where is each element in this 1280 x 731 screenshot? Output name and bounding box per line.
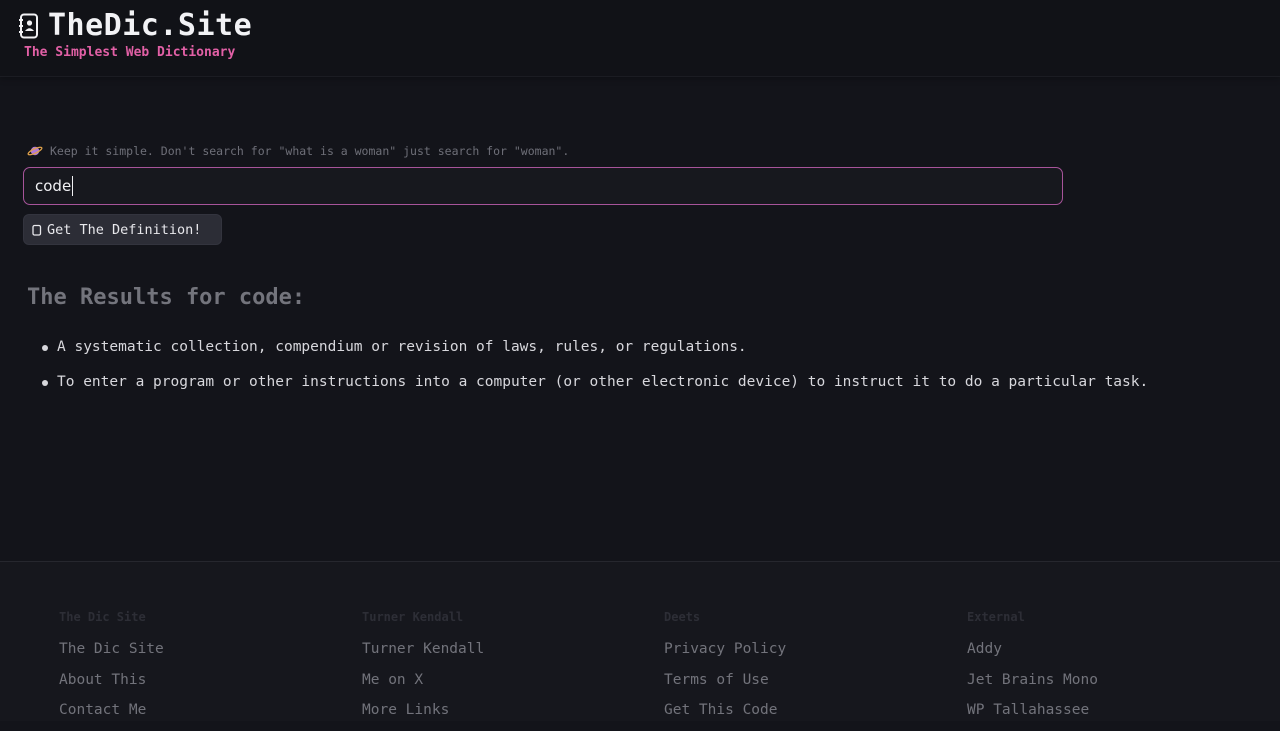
search-input-value: code bbox=[35, 177, 72, 195]
definition-text: A systematic collection, compendium or r… bbox=[57, 339, 747, 355]
footer-column-deets: Deets Privacy Policy Terms of Use Get Th… bbox=[664, 609, 786, 731]
footer-link-more-links[interactable]: More Links bbox=[362, 700, 484, 720]
footer-link-get-this-code[interactable]: Get This Code bbox=[664, 700, 786, 720]
footer-link-privacy-policy[interactable]: Privacy Policy bbox=[664, 639, 786, 659]
definition-item: To enter a program or other instructions… bbox=[40, 372, 1150, 393]
footer-link-wp-tallahassee[interactable]: WP Tallahassee bbox=[967, 700, 1098, 720]
text-caret bbox=[72, 176, 74, 196]
definition-item: A systematic collection, compendium or r… bbox=[40, 337, 1150, 358]
footer-heading: External bbox=[967, 610, 1025, 624]
search-tip: Keep it simple. Don't search for "what i… bbox=[26, 143, 569, 159]
site-footer: The Dic Site The Dic Site About This Con… bbox=[0, 561, 1280, 721]
footer-column-external: External Addy Jet Brains Mono WP Tallaha… bbox=[967, 609, 1098, 731]
footer-link-contact-me[interactable]: Contact Me bbox=[59, 700, 164, 720]
footer-column-turner-kendall: Turner Kendall Turner Kendall Me on X Mo… bbox=[362, 609, 484, 731]
footer-link-turner-kendall[interactable]: Turner Kendall bbox=[362, 639, 484, 659]
get-definition-button[interactable]: Get The Definition! bbox=[23, 214, 222, 245]
footer-column-dic-site: The Dic Site The Dic Site About This Con… bbox=[59, 609, 164, 731]
brand[interactable]: TheDic.Site bbox=[18, 8, 252, 44]
footer-link-jet-brains-mono[interactable]: Jet Brains Mono bbox=[967, 670, 1098, 690]
get-definition-button-label: Get The Definition! bbox=[47, 221, 202, 238]
address-book-icon bbox=[18, 12, 40, 40]
results-title: The Results for code: bbox=[27, 285, 306, 310]
bullet bbox=[42, 380, 48, 386]
footer-heading: Deets bbox=[664, 610, 701, 624]
definition-text: To enter a program or other instructions… bbox=[57, 374, 1149, 390]
site-title[interactable]: TheDic.Site bbox=[48, 8, 252, 44]
footer-link-the-dic-site[interactable]: The Dic Site bbox=[59, 639, 164, 659]
search-tip-text: Keep it simple. Don't search for "what i… bbox=[50, 144, 570, 158]
planet-icon bbox=[26, 143, 44, 159]
definitions-list: A systematic collection, compendium or r… bbox=[40, 337, 1150, 407]
search-input[interactable]: code bbox=[23, 167, 1063, 205]
footer-link-me-on-x[interactable]: Me on X bbox=[362, 670, 484, 690]
copy-icon bbox=[32, 224, 42, 236]
footer-link-addy[interactable]: Addy bbox=[967, 639, 1098, 659]
footer-heading: The Dic Site bbox=[59, 610, 146, 624]
bullet bbox=[42, 345, 48, 351]
footer-heading: Turner Kendall bbox=[362, 610, 464, 624]
footer-link-terms-of-use[interactable]: Terms of Use bbox=[664, 670, 786, 690]
footer-link-about-this[interactable]: About This bbox=[59, 670, 164, 690]
site-tagline: The Simplest Web Dictionary bbox=[24, 45, 236, 60]
site-header: TheDic.Site The Simplest Web Dictionary bbox=[0, 0, 1280, 77]
